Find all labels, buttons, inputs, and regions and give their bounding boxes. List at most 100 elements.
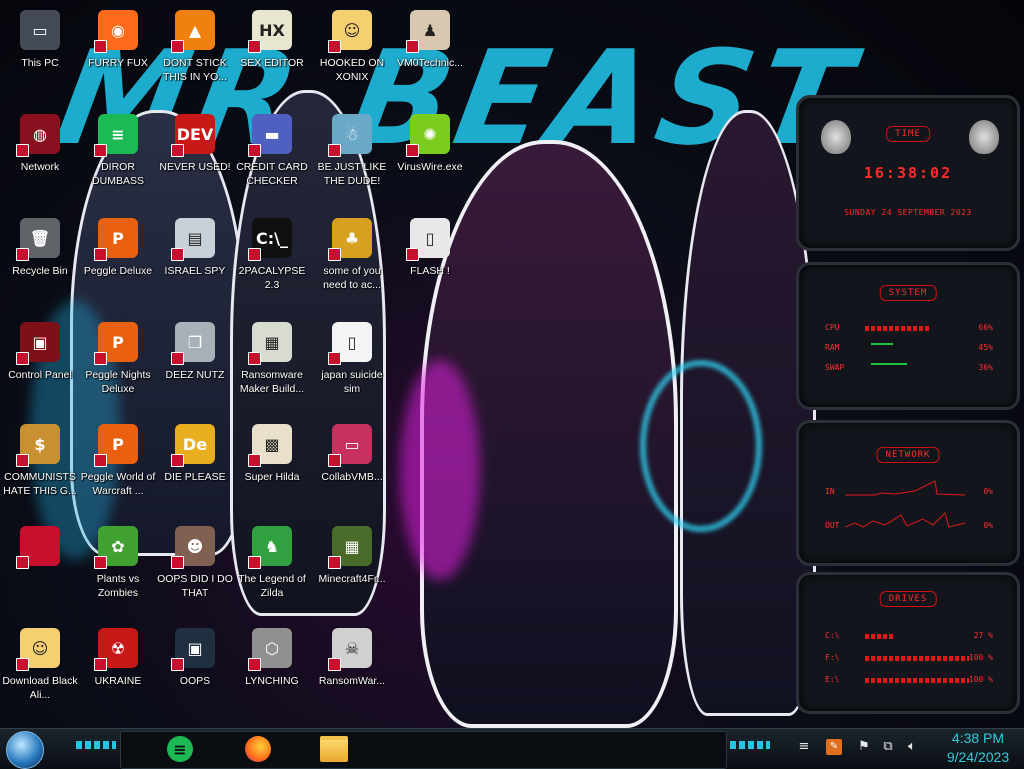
desktop-icon-label: This PC: [21, 57, 59, 69]
desktop-icon[interactable]: DEV NEVER USED!: [155, 108, 235, 208]
shortcut-badge-icon: [328, 352, 341, 365]
shortcut-badge-icon: [171, 248, 184, 261]
shortcut-badge-icon: [171, 144, 184, 157]
network-out-label: OUT: [825, 521, 840, 530]
notification-app-icon[interactable]: ✎: [826, 739, 842, 755]
desktop-icon[interactable]: P Peggle Nights Deluxe: [78, 316, 158, 416]
desktop-icon[interactable]: ▭ This PC: [0, 4, 80, 104]
desktop-icon[interactable]: ▭ CollabVMB...: [312, 418, 392, 518]
desktop-icon-label: DIE PLEASE: [164, 471, 226, 483]
desktop-icon[interactable]: HX SEX EDITOR: [232, 4, 312, 104]
cpu-bar: [865, 326, 931, 331]
desktop-icon[interactable]: ♣ some of you need to ac...: [312, 212, 392, 312]
shortcut-badge-icon: [248, 658, 261, 671]
shortcut-badge-icon: [94, 658, 107, 671]
desktop-icon[interactable]: ✿ Plants vs Zombies: [78, 520, 158, 620]
shortcut-badge-icon: [16, 144, 29, 157]
network-out-value: 0%: [983, 521, 993, 530]
shortcut-badge-icon: [248, 352, 261, 365]
network-in-graph: [845, 480, 965, 496]
network-in-value: 0%: [983, 487, 993, 496]
desktop-icon[interactable]: ▦ Ransomware Maker Build...: [232, 316, 312, 416]
shortcut-badge-icon: [16, 454, 29, 467]
desktop-icon[interactable]: ☠ RansomWar...: [312, 622, 392, 722]
drive-c-label: C:\: [825, 631, 840, 640]
desktop-icon[interactable]: ◉ FURRY FUX: [78, 4, 158, 104]
desktop-icon[interactable]: P Peggle Deluxe: [78, 212, 158, 312]
taskbar-app-file-explorer[interactable]: [316, 732, 352, 766]
desktop-icon[interactable]: ▣ OOPS: [155, 622, 235, 722]
desktop-icon[interactable]: [0, 520, 80, 620]
time-widget-title: TIME: [886, 126, 930, 142]
desktop-icon[interactable]: ✺ VirusWire.exe: [390, 108, 470, 208]
desktop-icon[interactable]: $ COMMUNISTS HATE THIS G...: [0, 418, 80, 518]
desktop-icon-label: FURRY FUX: [88, 57, 148, 69]
drive-f-bar: [865, 656, 969, 661]
start-button[interactable]: [6, 731, 44, 769]
desktop-icon[interactable]: P Peggle World of Warcraft ...: [78, 418, 158, 518]
desktop-icon-label: LYNCHING: [245, 675, 299, 687]
swap-label: SWAP: [825, 363, 845, 372]
desktop-icon[interactable]: ❐ DEEZ NUTZ: [155, 316, 235, 416]
action-center-flag-icon[interactable]: ⚑: [856, 739, 872, 755]
shortcut-badge-icon: [328, 556, 341, 569]
network-tray-icon[interactable]: ⧉: [880, 739, 896, 755]
desktop-icon[interactable]: ☺ Download Black Ali...: [0, 622, 80, 722]
drives-widget-title: DRIVES: [879, 591, 937, 607]
shortcut-badge-icon: [328, 144, 341, 157]
desktop-icon[interactable]: 🗑 Recycle Bin: [0, 212, 80, 312]
system-ram-row: RAM 45%: [825, 343, 993, 355]
desktop-icon-label: VirusWire.exe: [397, 161, 463, 173]
desktop-icon[interactable]: ◍ Network: [0, 108, 80, 208]
desktop-icon[interactable]: ♟ VM0Technic...: [390, 4, 470, 104]
desktop-icon-label: OOPS DID I DO THAT: [157, 573, 233, 599]
desktop-icon[interactable]: ▬ CREDIT CARD CHECKER: [232, 108, 312, 208]
shortcut-badge-icon: [328, 40, 341, 53]
desktop-icon[interactable]: ▲ DONT STICK THIS IN YO...: [155, 4, 235, 104]
network-in-label: IN: [825, 487, 835, 496]
desktop-icon[interactable]: ▯ FLASH !: [390, 212, 470, 312]
desktop-icon[interactable]: ♞ The Legend of Zilda: [232, 520, 312, 620]
drive-f-value: 100 %: [968, 653, 993, 662]
desktop-icon[interactable]: ☻ OOPS DID I DO THAT: [155, 520, 235, 620]
desktop-icon[interactable]: ▩ Super Hilda: [232, 418, 312, 518]
drive-e-row: E:\ 100 %: [825, 675, 993, 687]
wallpaper-cyan-arc: [640, 360, 762, 532]
taskbar-app-firefox[interactable]: [240, 732, 276, 766]
desktop-icon-label: NEVER USED!: [159, 161, 231, 173]
ram-value: 45%: [978, 343, 993, 352]
shortcut-badge-icon: [16, 658, 29, 671]
shortcut-badge-icon: [328, 454, 341, 467]
taskbar-clock[interactable]: 4:38 PM 9/24/2023: [938, 729, 1018, 767]
drive-f-label: F:\: [825, 653, 840, 662]
taskbar-app-green[interactable]: ≡: [162, 732, 198, 766]
desktop-icon[interactable]: ☃ BE JUST LIKE THE DUDE!: [312, 108, 392, 208]
cpu-value: 66%: [978, 323, 993, 332]
desktop-icon[interactable]: ≡ DIROR DUMBASS: [78, 108, 158, 208]
desktop-icon-label: Super Hilda: [244, 471, 300, 483]
taskbar-app-strip: [120, 731, 727, 769]
desktop-icon[interactable]: De DIE PLEASE: [155, 418, 235, 518]
shortcut-badge-icon: [328, 658, 341, 671]
volume-icon[interactable]: 🔈︎: [904, 739, 920, 755]
this-pc-icon: ▭: [20, 10, 60, 50]
desktop-icon-label: Ransomware Maker Build...: [239, 369, 305, 395]
desktop-icon[interactable]: ▯ japan suicide sim: [312, 316, 392, 416]
desktop-icon[interactable]: ▦ Minecraft4Fr...: [312, 520, 392, 620]
desktop-icon[interactable]: C:\_ 2PACALYPSE 2.3: [232, 212, 312, 312]
shortcut-badge-icon: [248, 248, 261, 261]
desktop-icon[interactable]: ⬡ LYNCHING: [232, 622, 312, 722]
desktop-icon[interactable]: ▣ Control Panel: [0, 316, 80, 416]
desktop-icon[interactable]: ☢ UKRAINE: [78, 622, 158, 722]
drives-widget: DRIVES C:\ 27 % F:\ 100 % E:\ 100 %: [796, 572, 1020, 714]
desktop-icon-label: COMMUNISTS HATE THIS G...: [3, 471, 77, 497]
desktop-icon-label: Plants vs Zombies: [96, 573, 140, 599]
desktop-icon[interactable]: ☺ HOOKED ON XONIX: [312, 4, 392, 104]
desktop-icon-label: Network: [20, 161, 60, 173]
shortcut-badge-icon: [248, 40, 261, 53]
shortcut-badge-icon: [406, 144, 419, 157]
show-hidden-icons-icon[interactable]: ≡: [796, 739, 812, 755]
desktop-icon-label: Peggle Nights Deluxe: [85, 369, 151, 395]
desktop-icon[interactable]: ▤ ISRAEL SPY: [155, 212, 235, 312]
desktop-icon-label: Peggle Deluxe: [83, 265, 153, 277]
